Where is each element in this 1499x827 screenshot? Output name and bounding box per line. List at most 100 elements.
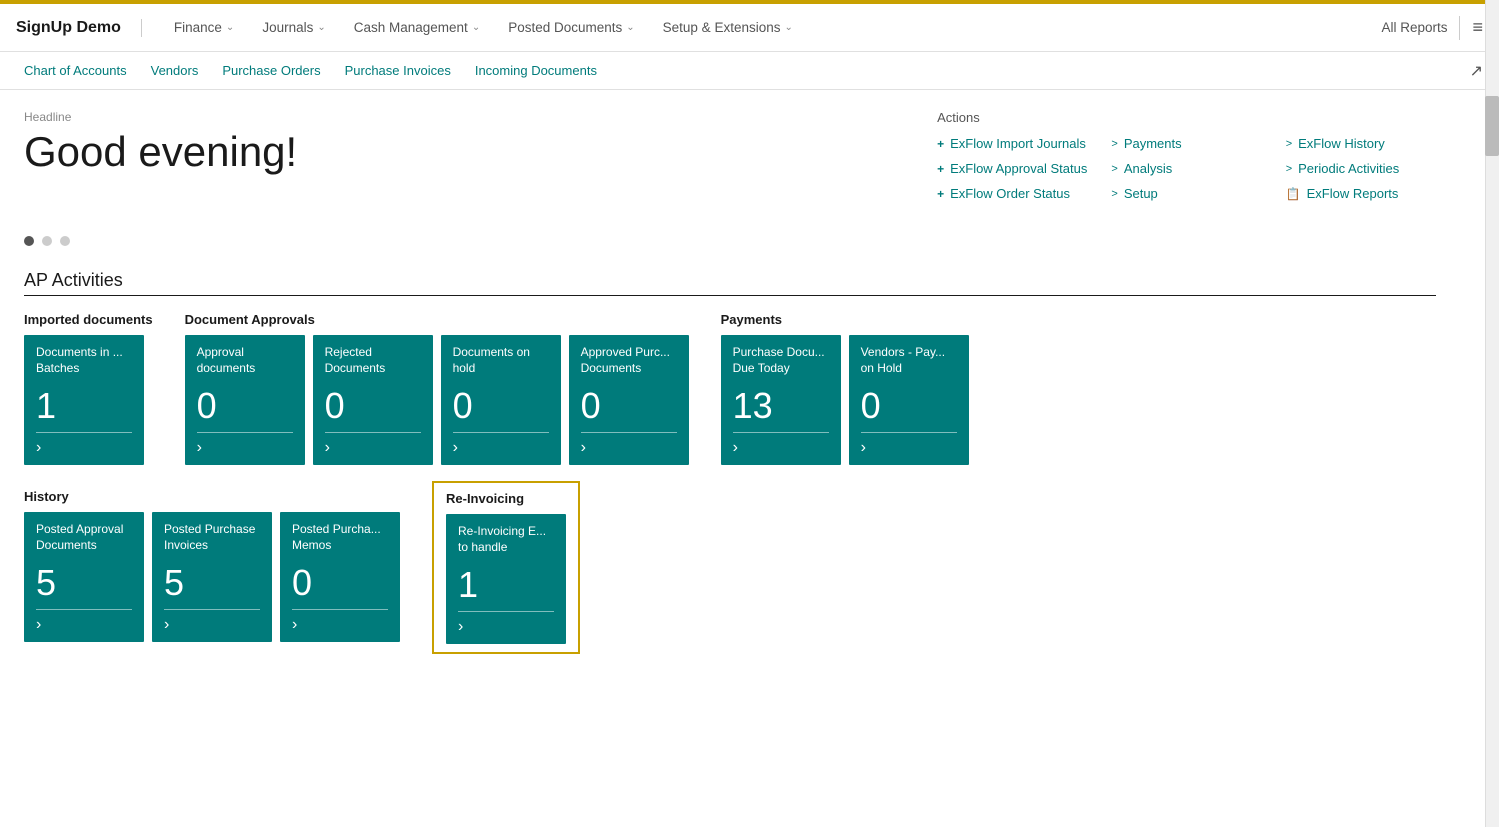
action-periodic[interactable]: > Periodic Activities [1286,158,1436,179]
tile-approved-purch[interactable]: Approved Purc... Documents 0 › [569,335,689,465]
tile-approved-value: 0 [581,388,677,424]
chevron-icon-analysis: > [1111,163,1117,175]
subnav: Chart of Accounts Vendors Purchase Order… [0,52,1499,90]
tile-divider-vendors [861,432,957,433]
headline-label: Headline [24,110,897,124]
nav-journals[interactable]: Journals ⌄ [250,16,337,39]
tile-arrow-vendors: › [861,439,957,457]
expand-icon[interactable]: ↗ [1470,61,1483,81]
tile-rejected-value: 0 [325,388,421,424]
action-exflow-import[interactable]: + ExFlow Import Journals [937,133,1087,154]
group-history: History Posted Approval Documents 5 › Po… [24,489,400,654]
tile-posted-approval[interactable]: Posted Approval Documents 5 › [24,512,144,642]
chevron-icon-periodic: > [1286,163,1292,175]
posted-chevron-icon: ⌄ [626,22,634,33]
action-exflow-history[interactable]: > ExFlow History [1286,133,1436,154]
tile-vendors-hold[interactable]: Vendors - Pay... on Hold 0 › [849,335,969,465]
tile-vendors-value: 0 [861,388,957,424]
finance-chevron-icon: ⌄ [226,22,234,33]
nav-right: All Reports ≡ [1381,16,1483,40]
tile-divider-ri [458,611,554,612]
subnav-purchase-orders[interactable]: Purchase Orders [214,59,328,82]
all-reports-link[interactable]: All Reports [1381,20,1447,35]
tile-approved-title: Approved Purc... Documents [581,345,677,384]
doc-icon: 📋 [1286,187,1301,201]
tile-divider-approved [581,432,677,433]
hero-right: Actions + ExFlow Import Journals > Payme… [937,110,1436,204]
tile-divider [36,432,132,433]
action-exflow-reports[interactable]: 📋 ExFlow Reports [1286,183,1436,204]
scrollbar-track [1485,0,1499,827]
tile-arrow-pp: › [164,616,260,634]
tile-due-value: 13 [733,388,829,424]
group-imported-label: Imported documents [24,312,153,327]
tile-reinvoicing-title: Re-Invoicing E... to handle [458,524,554,563]
tile-arrow-pm: › [292,616,388,634]
dot-2[interactable] [42,236,52,246]
headline-text: Good evening! [24,128,897,176]
dot-1[interactable] [24,236,34,246]
tile-posted-purchase-value: 5 [164,565,260,601]
group-payments: Payments Purchase Docu... Due Today 13 ›… [721,312,969,465]
tile-posted-memos-value: 0 [292,565,388,601]
tile-reinvoicing[interactable]: Re-Invoicing E... to handle 1 › [446,514,566,644]
tile-purchase-due[interactable]: Purchase Docu... Due Today 13 › [721,335,841,465]
hamburger-icon[interactable]: ≡ [1472,17,1483,38]
tile-divider-hold [453,432,549,433]
group-payments-label: Payments [721,312,969,327]
plus-icon-1: + [937,137,944,151]
tile-arrow-due: › [733,439,829,457]
scrollbar-thumb[interactable] [1485,96,1499,156]
chevron-icon-setup: > [1111,188,1117,200]
imported-tiles-row: Documents in ... Batches 1 › [24,335,153,465]
action-setup[interactable]: > Setup [1111,183,1261,204]
subnav-incoming-documents[interactable]: Incoming Documents [467,59,605,82]
subnav-chart-of-accounts[interactable]: Chart of Accounts [16,59,135,82]
tile-rejected-title: Rejected Documents [325,345,421,384]
carousel-dots [24,236,1436,246]
hero-left: Headline Good evening! [24,110,897,204]
action-payments[interactable]: > Payments [1111,133,1261,154]
group-reinvoicing-label: Re-Invoicing [446,491,566,506]
tile-posted-approval-value: 5 [36,565,132,601]
brand-logo: SignUp Demo [16,19,142,37]
main-content: Headline Good evening! Actions + ExFlow … [0,90,1460,698]
actions-label: Actions [937,110,1436,125]
navbar: SignUp Demo Finance ⌄ Journals ⌄ Cash Ma… [0,4,1499,52]
tile-hold-value: 0 [453,388,549,424]
tile-arrow-hold: › [453,439,549,457]
tile-docs-on-hold[interactable]: Documents on hold 0 › [441,335,561,465]
tile-documents-batches[interactable]: Documents in ... Batches 1 › [24,335,144,465]
nav-setup-extensions[interactable]: Setup & Extensions ⌄ [651,16,805,39]
tile-approval-value: 0 [197,388,293,424]
tile-arrow-approval: › [197,439,293,457]
nav-cash-management[interactable]: Cash Management ⌄ [342,16,492,39]
tile-divider-approval [197,432,293,433]
subnav-purchase-invoices[interactable]: Purchase Invoices [337,59,459,82]
action-analysis[interactable]: > Analysis [1111,158,1261,179]
tile-divider-pa [36,609,132,610]
history-tiles-row: Posted Approval Documents 5 › Posted Pur… [24,512,400,642]
journals-chevron-icon: ⌄ [317,22,325,33]
tile-approval-title: Approval documents [197,345,293,384]
plus-icon-2: + [937,162,944,176]
tile-reinvoicing-value: 1 [458,567,554,603]
tile-divider-rejected [325,432,421,433]
section-divider [24,295,1436,296]
nav-items: Finance ⌄ Journals ⌄ Cash Management ⌄ P… [162,16,1382,39]
action-exflow-approval[interactable]: + ExFlow Approval Status [937,158,1087,179]
dot-3[interactable] [60,236,70,246]
nav-finance[interactable]: Finance ⌄ [162,16,246,39]
subnav-vendors[interactable]: Vendors [143,59,207,82]
tile-posted-memos[interactable]: Posted Purcha... Memos 0 › [280,512,400,642]
tile-arrow-icon: › [36,439,132,457]
tile-rejected-docs[interactable]: Rejected Documents 0 › [313,335,433,465]
tile-posted-purchase[interactable]: Posted Purchase Invoices 5 › [152,512,272,642]
group-approvals-label: Document Approvals [185,312,689,327]
tile-approval-docs[interactable]: Approval documents 0 › [185,335,305,465]
nav-posted-documents[interactable]: Posted Documents ⌄ [496,16,646,39]
tile-arrow-approved: › [581,439,677,457]
tile-posted-purchase-title: Posted Purchase Invoices [164,522,260,561]
action-exflow-order[interactable]: + ExFlow Order Status [937,183,1087,204]
tile-due-title: Purchase Docu... Due Today [733,345,829,384]
